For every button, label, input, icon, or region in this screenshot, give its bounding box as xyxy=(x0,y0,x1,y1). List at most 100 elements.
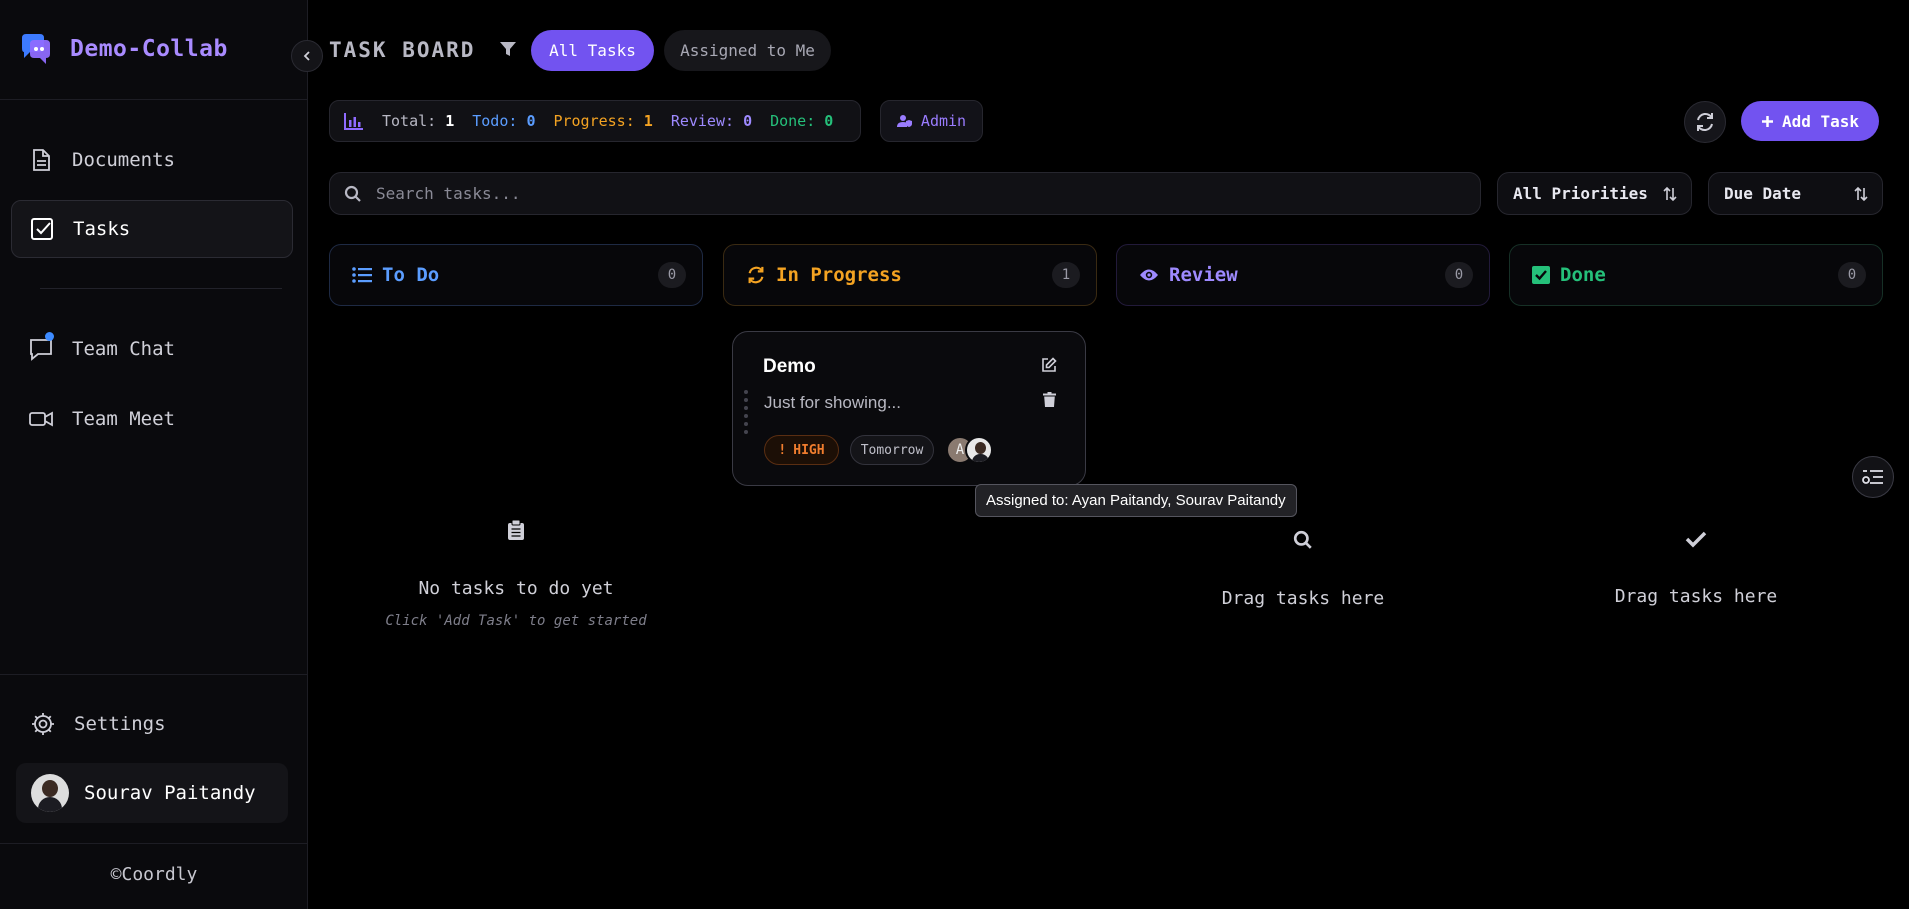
task-description: Just for showing... xyxy=(764,393,902,412)
refresh-icon xyxy=(1697,112,1713,132)
gear-icon xyxy=(32,713,54,735)
filter-all-tasks-button[interactable]: All Tasks xyxy=(531,30,654,71)
empty-state-title: Drag tasks here xyxy=(1614,586,1778,607)
sidebar-item-label: Documents xyxy=(72,149,175,171)
search-input[interactable] xyxy=(376,184,1456,203)
sidebar-item-label: Team Meet xyxy=(72,408,175,430)
stat-total: Total: 1 xyxy=(382,112,455,130)
sidebar-item-tasks[interactable]: Tasks xyxy=(11,200,293,258)
column-count: 0 xyxy=(658,262,686,288)
stat-todo: Todo: 0 xyxy=(472,112,536,130)
column-title: Review xyxy=(1169,264,1238,286)
review-empty-state: Drag tasks here xyxy=(1116,530,1490,609)
avatar xyxy=(965,436,993,464)
priority-badge: ! HIGH xyxy=(764,435,839,465)
empty-state-title: No tasks to do yet xyxy=(418,578,614,599)
plus-icon xyxy=(1761,115,1773,127)
page-title: TASK BOARD xyxy=(329,38,476,62)
bar-chart-icon xyxy=(344,113,363,130)
refresh-button[interactable] xyxy=(1684,101,1726,143)
add-task-label: Add Task xyxy=(1781,111,1860,131)
logo-icon xyxy=(22,34,50,64)
check-square-icon xyxy=(1532,266,1550,284)
edit-icon[interactable] xyxy=(1041,357,1057,373)
settings-label: Settings xyxy=(74,713,166,735)
todo-empty-state: No tasks to do yet Click 'Add Task' to g… xyxy=(329,519,703,629)
column-todo-header: To Do 0 xyxy=(329,244,703,306)
sidebar-divider xyxy=(0,843,308,844)
empty-state-title: Drag tasks here xyxy=(1221,588,1385,609)
drag-handle-icon[interactable] xyxy=(744,390,748,434)
checkmark-icon xyxy=(1685,531,1707,548)
user-shield-icon xyxy=(896,115,912,127)
chat-icon xyxy=(28,332,54,362)
add-task-button[interactable]: Add Task xyxy=(1741,101,1879,141)
sidebar: Demo-Collab Documents Tasks Team Chat Te… xyxy=(0,0,308,909)
column-title: Done xyxy=(1560,264,1606,286)
due-date-badge: Tomorrow xyxy=(850,435,934,465)
sort-select[interactable]: Due Date xyxy=(1708,172,1883,215)
stat-done: Done: 0 xyxy=(770,112,834,130)
copyright: ©Coordly xyxy=(110,864,198,885)
task-card[interactable]: Demo Just for showing... ! HIGH Tomorrow… xyxy=(732,331,1086,486)
task-stats: Total: 1 Todo: 0 Progress: 1 Review: 0 D… xyxy=(329,100,861,142)
column-count: 0 xyxy=(1838,262,1866,288)
sidebar-item-label: Tasks xyxy=(73,218,131,240)
search-icon xyxy=(344,185,361,202)
priority-filter-select[interactable]: All Priorities xyxy=(1497,172,1692,215)
trash-icon[interactable] xyxy=(1043,392,1056,407)
empty-state-subtitle: Click 'Add Task' to get started xyxy=(385,613,647,629)
sidebar-item-documents[interactable]: Documents xyxy=(11,131,293,189)
eye-icon xyxy=(1140,269,1158,281)
stat-review: Review: 0 xyxy=(670,112,753,130)
user-profile[interactable]: Sourav Paitandy xyxy=(16,763,288,823)
column-count: 0 xyxy=(1445,262,1473,288)
sort-icon xyxy=(1854,186,1868,201)
sidebar-divider xyxy=(0,674,308,675)
column-count: 1 xyxy=(1052,262,1080,288)
search-icon xyxy=(1293,530,1312,549)
sidebar-item-team-meet[interactable]: Team Meet xyxy=(11,390,293,448)
filter-panel-button[interactable] xyxy=(1852,456,1894,498)
sidebar-item-label: Team Chat xyxy=(72,338,175,360)
sidebar-divider xyxy=(40,288,282,289)
column-in-progress-header: In Progress 1 xyxy=(723,244,1097,306)
assignee-tooltip: Assigned to: Ayan Paitandy, Sourav Paita… xyxy=(975,484,1297,517)
task-board: TASK BOARD All Tasks Assigned to Me Tota… xyxy=(309,0,1909,909)
user-name: Sourav Paitandy xyxy=(84,782,256,804)
video-icon xyxy=(29,411,53,427)
sidebar-item-team-chat[interactable]: Team Chat xyxy=(11,320,293,378)
collapse-sidebar-button[interactable] xyxy=(291,40,323,72)
assignee-avatars[interactable]: A xyxy=(946,436,993,464)
exclamation-icon: ! xyxy=(778,442,787,458)
document-icon xyxy=(33,149,50,171)
role-badge: Admin xyxy=(880,100,983,142)
column-done-header: Done 0 xyxy=(1509,244,1883,306)
chevron-left-icon xyxy=(303,51,310,61)
search-box[interactable] xyxy=(329,172,1481,215)
sort-icon xyxy=(1663,186,1677,201)
filter-assigned-to-me-button[interactable]: Assigned to Me xyxy=(664,30,831,71)
list-icon xyxy=(352,267,372,283)
role-badge-label: Admin xyxy=(920,112,967,130)
column-title: In Progress xyxy=(776,264,902,286)
sort-select-value: Due Date xyxy=(1724,184,1802,203)
task-title: Demo xyxy=(763,356,816,377)
sidebar-divider xyxy=(0,99,308,100)
brand[interactable]: Demo-Collab xyxy=(16,30,228,68)
checkbox-icon xyxy=(31,218,53,240)
sync-icon xyxy=(748,266,764,284)
priority-filter-value: All Priorities xyxy=(1513,184,1648,203)
avatar xyxy=(31,774,69,812)
column-review-header: Review 0 xyxy=(1116,244,1490,306)
stat-progress: Progress: 1 xyxy=(553,112,653,130)
priority-label: HIGH xyxy=(793,442,825,458)
notification-dot xyxy=(45,332,54,341)
done-empty-state: Drag tasks here xyxy=(1509,530,1883,607)
filter-icon[interactable] xyxy=(499,40,517,58)
clipboard-icon xyxy=(508,519,524,540)
filter-lines-icon xyxy=(1862,470,1883,484)
brand-name: Demo-Collab xyxy=(70,36,228,62)
column-title: To Do xyxy=(382,264,440,286)
settings-button[interactable]: Settings xyxy=(13,695,295,753)
